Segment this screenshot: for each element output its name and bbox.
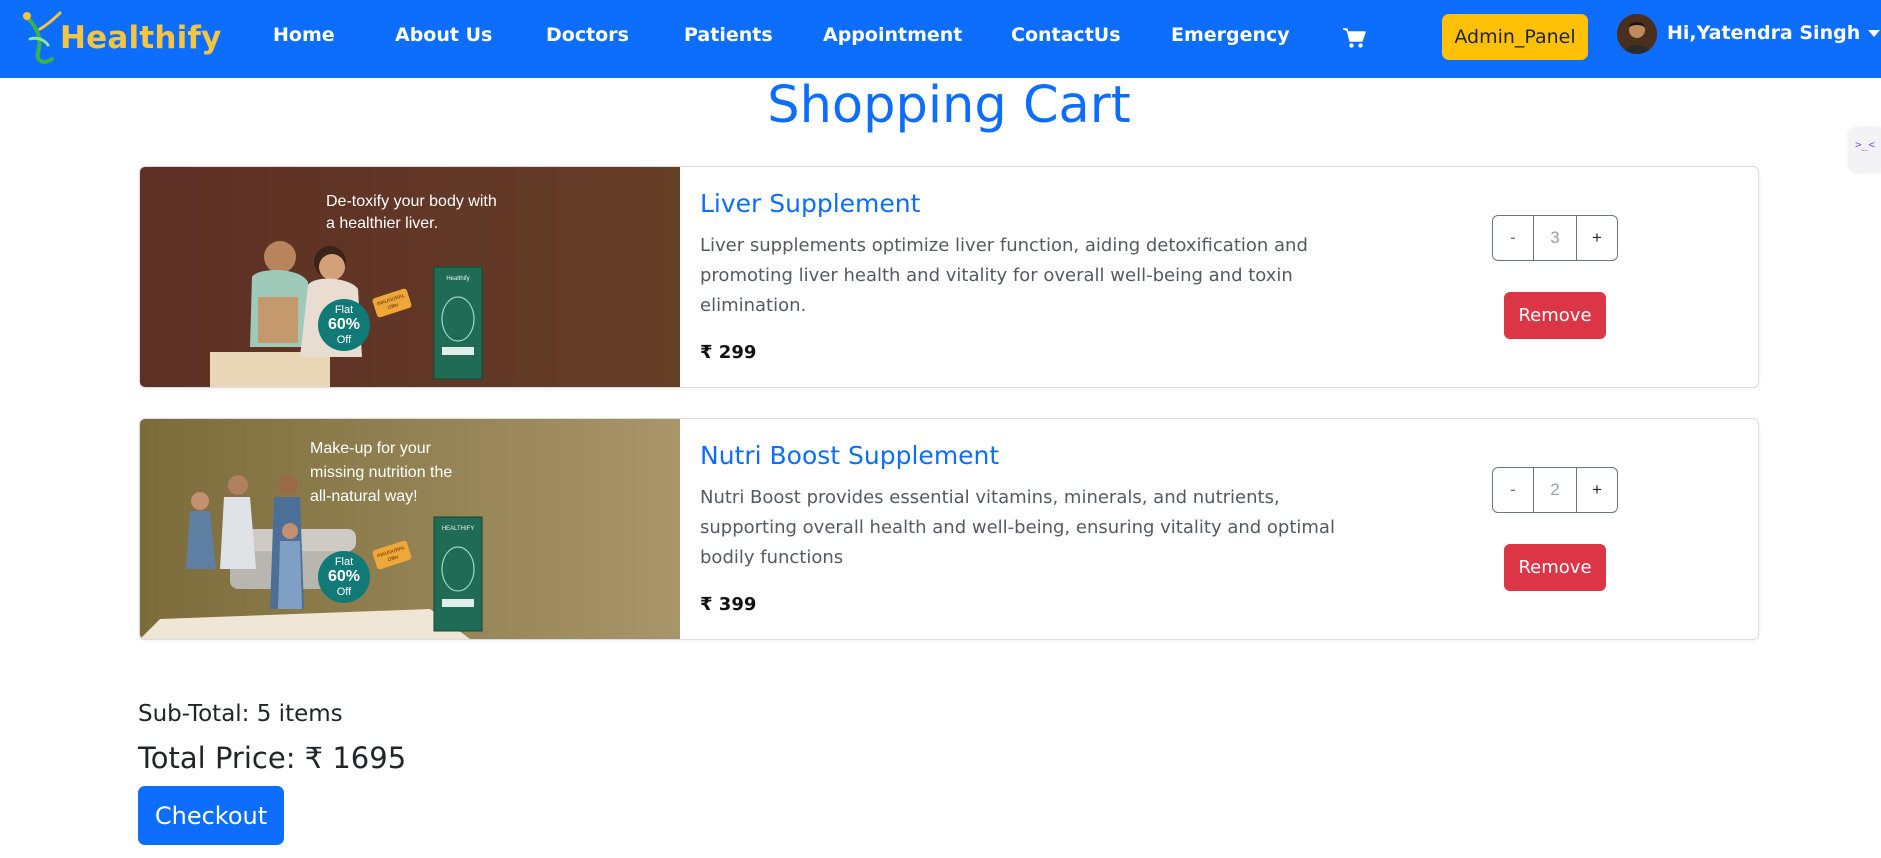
quantity-stepper: - 2 + [1492, 467, 1618, 513]
product-title[interactable]: Liver Supplement [700, 189, 920, 218]
top-navbar: Healthify Home About Us Doctors Patients… [0, 0, 1881, 78]
nav-contactus[interactable]: ContactUs [1011, 24, 1121, 46]
remove-item-button[interactable]: Remove [1504, 544, 1606, 591]
checkout-button[interactable]: Checkout [138, 786, 284, 845]
increase-quantity-button[interactable]: + [1577, 468, 1617, 512]
shopping-cart-icon[interactable] [1342, 27, 1366, 49]
offer-badge-text: 60% [328, 568, 360, 585]
banner-headline: missing nutrition the [310, 464, 452, 481]
banner-headline: all-natural way! [310, 488, 418, 505]
remove-item-button[interactable]: Remove [1504, 292, 1606, 339]
decrease-quantity-button[interactable]: - [1493, 468, 1533, 512]
product-price: ₹ 299 [700, 342, 757, 363]
offer-badge-text: 60% [328, 316, 360, 333]
cart-item-card: De-toxify your body with a healthier liv… [139, 166, 1759, 388]
liver-supplement-banner-image: De-toxify your body with a healthier liv… [140, 167, 680, 387]
total-price: Total Price: ₹ 1695 [138, 741, 407, 775]
admin-panel-button[interactable]: Admin_Panel [1442, 14, 1588, 60]
quantity-stepper: - 3 + [1492, 215, 1618, 261]
quantity-value: 2 [1533, 468, 1577, 512]
banner-headline: a healthier liver. [326, 215, 438, 232]
offer-badge-text: Off [337, 334, 352, 346]
product-title[interactable]: Nutri Boost Supplement [700, 441, 999, 470]
quantity-value: 3 [1533, 216, 1577, 260]
healthify-logo-icon [23, 11, 62, 64]
banner-headline: Make-up for your [310, 440, 432, 457]
nav-about-us[interactable]: About Us [395, 24, 492, 46]
product-pack-brand: Healthify [446, 276, 469, 282]
offer-badge-text: Off [337, 586, 352, 598]
subtotal-text: Sub-Total: 5 items [138, 701, 343, 727]
offer-badge-text: Flat [335, 556, 353, 568]
user-menu-dropdown[interactable]: Hi,Yatendra Singh [1667, 22, 1881, 44]
user-greeting: Hi,Yatendra Singh [1667, 22, 1861, 44]
nav-appointment[interactable]: Appointment [823, 24, 962, 46]
cart-item-card: Make-up for your missing nutrition the a… [139, 418, 1759, 640]
decrease-quantity-button[interactable]: - [1493, 216, 1533, 260]
increase-quantity-button[interactable]: + [1577, 216, 1617, 260]
nav-home[interactable]: Home [273, 24, 335, 46]
banner-headline: De-toxify your body with [326, 193, 497, 210]
product-price: ₹ 399 [700, 594, 757, 615]
nav-doctors[interactable]: Doctors [546, 24, 629, 46]
avatar[interactable] [1617, 14, 1657, 54]
offer-badge-text: Flat [335, 304, 353, 316]
nutri-boost-banner-image: Make-up for your missing nutrition the a… [140, 419, 680, 639]
nav-emergency[interactable]: Emergency [1171, 24, 1290, 46]
nav-patients[interactable]: Patients [684, 24, 773, 46]
chevron-down-icon [1868, 29, 1881, 37]
page-title: Shopping Cart [767, 76, 1131, 135]
product-description: Liver supplements optimize liver functio… [700, 235, 1308, 316]
user-avatar-icon [1617, 14, 1657, 54]
brand-name: Healthify [60, 20, 222, 56]
product-pack-brand: HEALTHIFY [442, 526, 475, 532]
product-description: Nutri Boost provides essential vitamins,… [700, 487, 1335, 568]
brand-logo-link[interactable]: Healthify [18, 8, 222, 68]
